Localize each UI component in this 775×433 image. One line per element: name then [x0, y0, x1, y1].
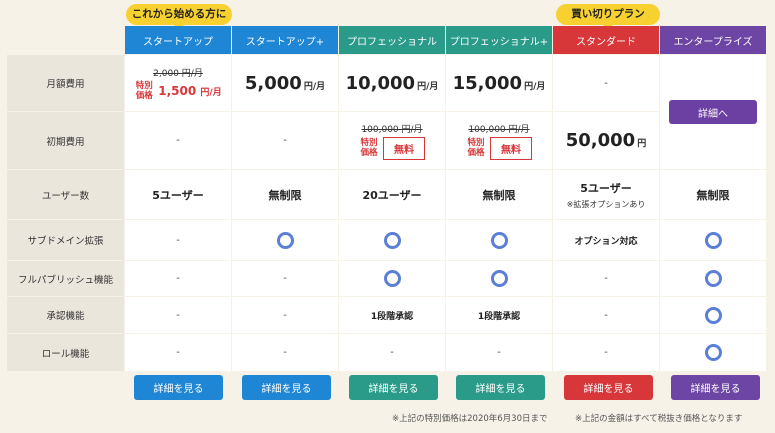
- promo-label: 特別価格: [135, 80, 153, 101]
- badge-buyout: 買い切りプラン: [556, 4, 660, 30]
- fullpublish-startup: -: [125, 261, 231, 296]
- free-badge: 無料: [383, 136, 425, 160]
- approval-standard: -: [553, 297, 659, 333]
- fullpublish-professional: [339, 261, 445, 296]
- plan-header-startup: スタートアップ: [125, 26, 231, 54]
- users-startup: 5ユーザー: [125, 170, 231, 219]
- row-label-fullpublish: フルパブリッシュ機能: [7, 261, 124, 296]
- approval-startup: -: [125, 297, 231, 333]
- role-startup-plus: -: [232, 334, 338, 371]
- promo-price: 特別価格 無料: [466, 136, 532, 160]
- expansion-note: ※拡張オプションあり: [566, 199, 646, 209]
- row-label-subdomain: サブドメイン拡張: [7, 220, 124, 260]
- subdomain-enterprise: [660, 220, 766, 260]
- plan-header-professional: プロフェッショナル: [339, 26, 445, 54]
- plan-header-professional-plus: プロフェッショナル+: [446, 26, 552, 54]
- row-label-approval: 承認機能: [7, 297, 124, 333]
- role-professional-plus: -: [446, 334, 552, 371]
- approval-professional: 1段階承認: [339, 297, 445, 333]
- available-circle-icon: [704, 306, 722, 324]
- approval-professional-plus: 1段階承認: [446, 297, 552, 333]
- detail-button-professional[interactable]: 詳細を見る: [349, 375, 438, 400]
- users-standard: 5ユーザー ※拡張オプションあり: [553, 170, 659, 219]
- fullpublish-standard: -: [553, 261, 659, 296]
- plan-header-standard: スタンダード: [553, 26, 659, 54]
- monthly-professional-plus: 15,000 円/月: [446, 55, 552, 111]
- promo-price: 特別価格 1,500 円/月: [134, 80, 222, 101]
- initial-startup-plus: -: [232, 112, 338, 169]
- footnote-special-price: ※上記の特別価格は2020年6月30日まで: [392, 414, 548, 424]
- subdomain-professional: [339, 220, 445, 260]
- free-badge: 無料: [490, 136, 532, 160]
- fullpublish-professional-plus: [446, 261, 552, 296]
- available-circle-icon: [490, 270, 508, 287]
- detail-button-standard[interactable]: 詳細を見る: [564, 375, 653, 400]
- available-circle-icon: [276, 231, 294, 249]
- initial-professional-plus: 100,000 円/月 特別価格 無料: [446, 112, 552, 169]
- footnote-tax: ※上記の金額はすべて税抜き価格となります: [575, 414, 743, 424]
- available-circle-icon: [704, 344, 722, 361]
- original-price: 2,000 円/月: [153, 68, 203, 79]
- approval-enterprise: [660, 297, 766, 333]
- monthly-startup: 2,000 円/月 特別価格 1,500 円/月: [125, 55, 231, 111]
- promo-value: 1,500 円/月: [158, 83, 222, 98]
- initial-professional: 100,000 円/月 特別価格 無料: [339, 112, 445, 169]
- corner-cell: [7, 26, 124, 54]
- plan-header-enterprise: エンタープライズ: [660, 26, 766, 54]
- available-circle-icon: [383, 270, 401, 287]
- detail-button-startup[interactable]: 詳細を見る: [134, 375, 223, 400]
- subdomain-standard: オプション対応: [553, 220, 659, 260]
- initial-startup: -: [125, 112, 231, 169]
- detail-button-professional-plus[interactable]: 詳細を見る: [456, 375, 545, 400]
- fullpublish-enterprise: [660, 261, 766, 296]
- plan-header-startup-plus: スタートアップ+: [232, 26, 338, 54]
- users-professional-plus: 無制限: [446, 170, 552, 219]
- detail-button-startup-plus[interactable]: 詳細を見る: [242, 375, 331, 400]
- subdomain-startup-plus: [232, 220, 338, 260]
- enterprise-price-cell: 詳細へ: [660, 55, 766, 169]
- available-circle-icon: [383, 231, 401, 249]
- subdomain-startup: -: [125, 220, 231, 260]
- monthly-standard: -: [553, 55, 659, 111]
- enterprise-detail-button[interactable]: 詳細へ: [669, 100, 757, 124]
- approval-startup-plus: -: [232, 297, 338, 333]
- role-standard: -: [553, 334, 659, 371]
- available-circle-icon: [704, 231, 722, 249]
- role-professional: -: [339, 334, 445, 371]
- row-label-monthly: 月額費用: [7, 55, 124, 111]
- row-label-role: ロール機能: [7, 334, 124, 371]
- original-price: 100,000 円/月: [468, 124, 530, 135]
- original-price: 100,000 円/月: [361, 124, 423, 135]
- badge-beginner: これから始める方に: [126, 4, 232, 30]
- users-enterprise: 無制限: [660, 170, 766, 219]
- users-professional: 20ユーザー: [339, 170, 445, 219]
- detail-button-enterprise[interactable]: 詳細を見る: [671, 375, 760, 400]
- role-enterprise: [660, 334, 766, 371]
- monthly-startup-plus: 5,000 円/月: [232, 55, 338, 111]
- available-circle-icon: [490, 231, 508, 249]
- promo-price: 特別価格 無料: [359, 136, 425, 160]
- row-label-initial: 初期費用: [7, 112, 124, 169]
- pricing-table: スタートアップ スタートアップ+ プロフェッショナル プロフェッショナル+ スタ…: [7, 26, 766, 371]
- fullpublish-startup-plus: -: [232, 261, 338, 296]
- initial-standard: 50,000 円: [553, 112, 659, 169]
- row-label-users: ユーザー数: [7, 170, 124, 219]
- role-startup: -: [125, 334, 231, 371]
- monthly-professional: 10,000 円/月: [339, 55, 445, 111]
- users-startup-plus: 無制限: [232, 170, 338, 219]
- available-circle-icon: [704, 270, 722, 287]
- subdomain-professional-plus: [446, 220, 552, 260]
